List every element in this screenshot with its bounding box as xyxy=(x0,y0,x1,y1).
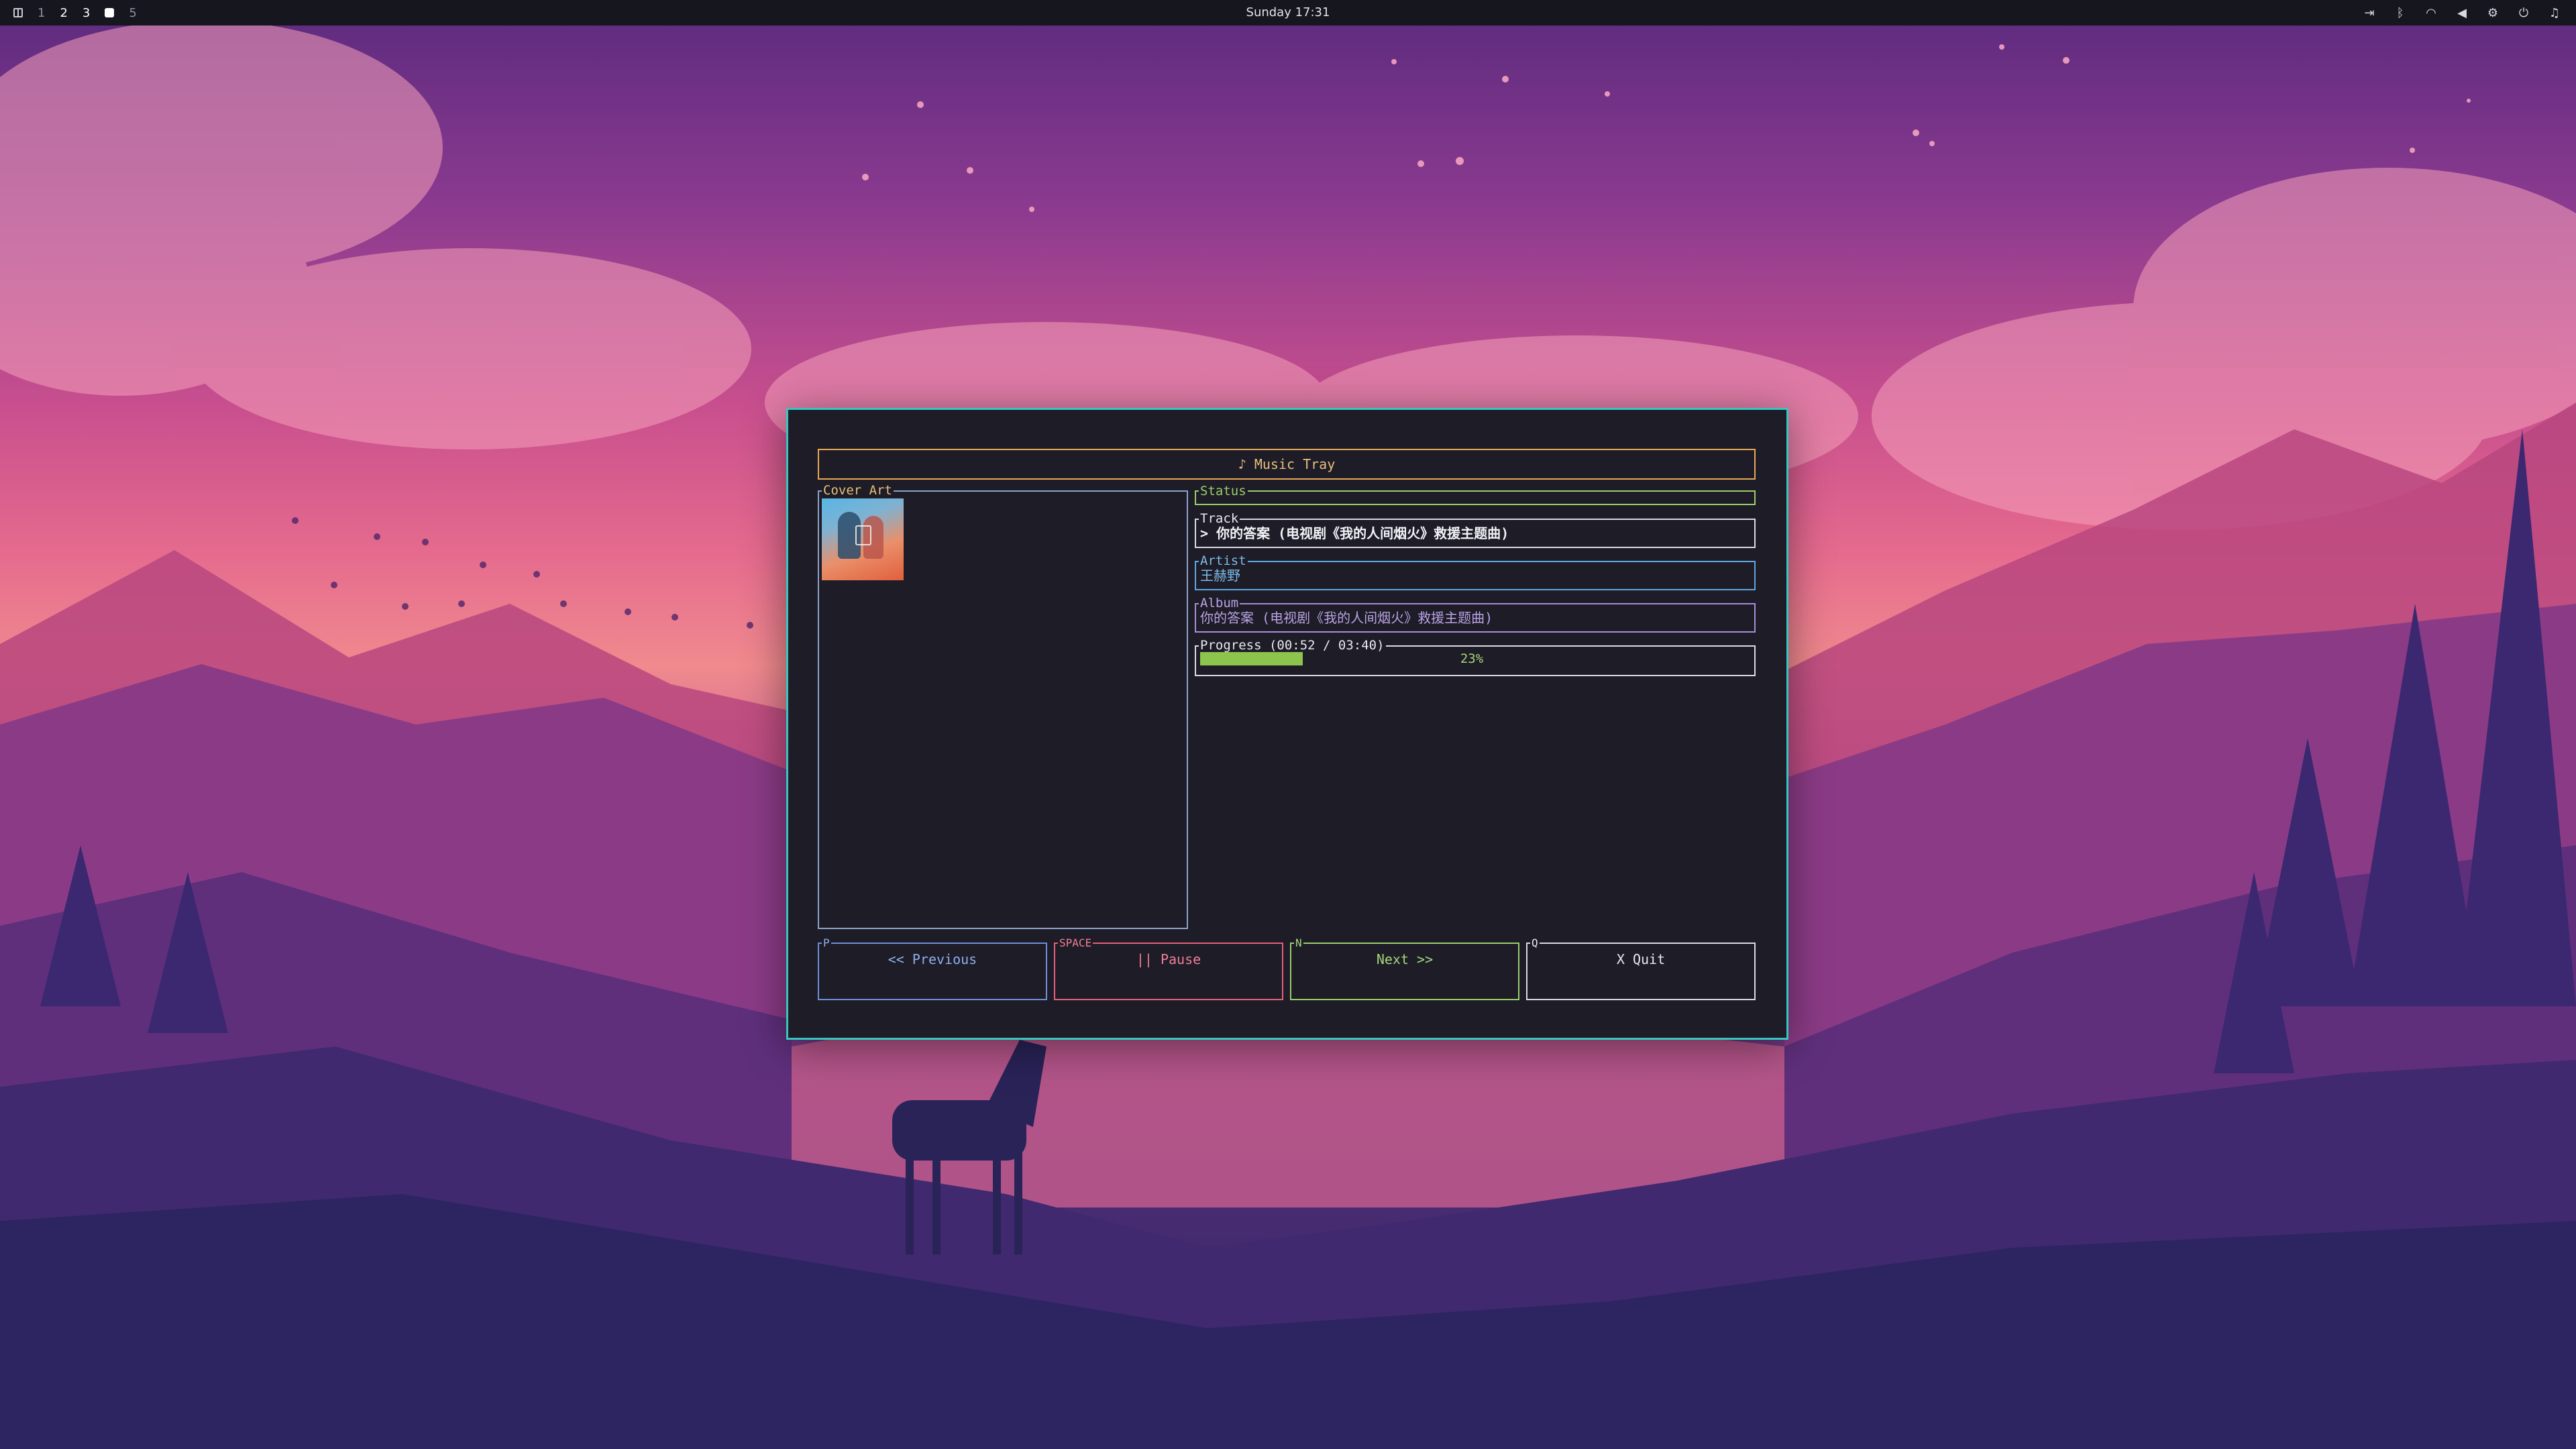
previous-key-hint: P xyxy=(822,936,831,949)
music-tray-window: ♪ Music Tray Cover Art Status Track > 你的… xyxy=(786,408,1788,1040)
power-icon[interactable]: ⏻ xyxy=(2517,6,2530,20)
quit-button-label: X Quit xyxy=(1616,951,1666,967)
album-value: 你的答案 (电视剧《我的人间烟火》救援主题曲) xyxy=(1200,610,1493,626)
track-panel: Track > 你的答案 (电视剧《我的人间烟火》救援主题曲) xyxy=(1195,511,1756,548)
logout-icon[interactable]: ⇥ xyxy=(2363,6,2376,20)
wifi-icon[interactable]: ◠ xyxy=(2424,6,2438,20)
top-bar: 1 2 3 5 Sunday 17:31 ⇥ ᛒ ◠ ◀ ⚙ ⏻ ♫ xyxy=(0,0,2576,25)
music-icon[interactable]: ♫ xyxy=(2548,6,2561,20)
clock: Sunday 17:31 xyxy=(1246,5,1330,19)
cover-art-panel: Cover Art xyxy=(818,482,1188,929)
bluetooth-icon[interactable]: ᛒ xyxy=(2394,6,2407,20)
progress-label: Progress (00:52 / 03:40) xyxy=(1199,637,1386,653)
pause-button-label: || Pause xyxy=(1136,951,1201,967)
next-button[interactable]: N Next >> xyxy=(1290,937,1519,1000)
next-button-label: Next >> xyxy=(1376,951,1434,967)
album-panel: Album 你的答案 (电视剧《我的人间烟火》救援主题曲) xyxy=(1195,595,1756,633)
previous-button[interactable]: P << Previous xyxy=(818,937,1047,1000)
next-key-hint: N xyxy=(1294,936,1303,949)
progress-panel: Progress (00:52 / 03:40) 23% xyxy=(1195,637,1756,676)
title-bar: ♪ Music Tray xyxy=(818,449,1756,480)
cover-art-label: Cover Art xyxy=(822,482,894,498)
progress-bar[interactable]: 23% xyxy=(1200,652,1743,665)
pause-key-hint: SPACE xyxy=(1058,936,1093,949)
status-label: Status xyxy=(1199,483,1248,499)
desktop: 1 2 3 5 Sunday 17:31 ⇥ ᛒ ◠ ◀ ⚙ ⏻ ♫ ♪ Mus… xyxy=(0,0,2576,1449)
album-cover-image xyxy=(822,498,904,580)
previous-button-label: << Previous xyxy=(888,951,977,967)
app-title: ♪ Music Tray xyxy=(1238,456,1336,472)
status-panel: Status xyxy=(1195,483,1756,505)
progress-percent: 23% xyxy=(1460,651,1484,666)
pause-button[interactable]: SPACE || Pause xyxy=(1054,937,1283,1000)
artist-value: 王赫野 xyxy=(1200,568,1240,584)
volume-icon[interactable]: ◀ xyxy=(2455,6,2469,20)
system-tray: ⇥ ᛒ ◠ ◀ ⚙ ⏻ ♫ xyxy=(2363,0,2561,25)
settings-icon[interactable]: ⚙ xyxy=(2486,6,2500,20)
quit-key-hint: Q xyxy=(1530,936,1540,949)
artist-panel: Artist 王赫野 xyxy=(1195,553,1756,590)
track-value: > 你的答案 (电视剧《我的人间烟火》救援主题曲) xyxy=(1200,525,1509,541)
quit-button[interactable]: Q X Quit xyxy=(1526,937,1756,1000)
